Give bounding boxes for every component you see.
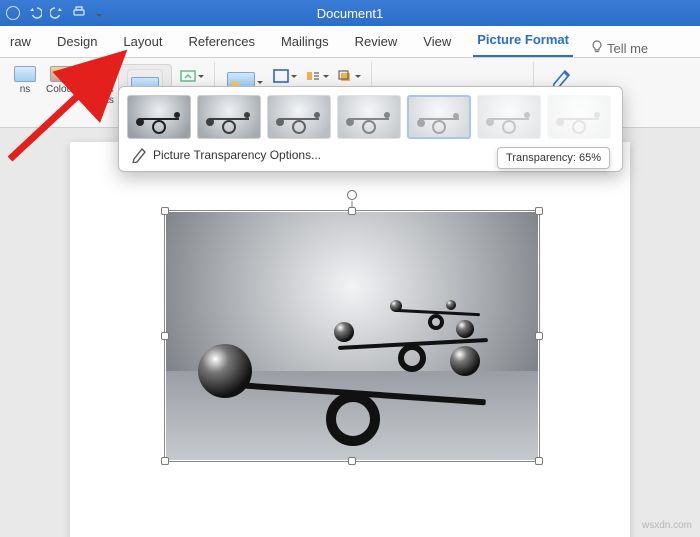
artistic-effects-button[interactable]: Artistic Effects [79, 64, 117, 108]
tell-me[interactable]: Tell me [591, 40, 648, 57]
transparency-presets [127, 95, 614, 139]
undo-icon[interactable] [28, 5, 42, 22]
transparency-options-label: Picture Transparency Options... [153, 148, 321, 162]
ribbon-tabs: raw Design Layout References Mailings Re… [0, 26, 700, 58]
tab-draw[interactable]: raw [6, 28, 35, 57]
transparency-preset-4[interactable] [407, 95, 471, 139]
resize-handle-l[interactable] [161, 332, 169, 340]
tab-view[interactable]: View [419, 28, 455, 57]
transparency-tooltip: Transparency: 65% [497, 147, 610, 169]
print-icon[interactable] [72, 6, 86, 21]
selected-image[interactable] [166, 212, 538, 460]
document-title: Document1 [317, 6, 383, 21]
transparency-preset-6[interactable] [547, 95, 611, 139]
bring-forward-button[interactable] [336, 65, 362, 87]
tell-me-label: Tell me [607, 41, 648, 56]
colour-icon [50, 66, 72, 82]
tab-layout[interactable]: Layout [119, 28, 166, 57]
tab-design[interactable]: Design [53, 28, 101, 57]
resize-handle-bl[interactable] [161, 457, 169, 465]
lightbulb-icon [591, 40, 603, 57]
resize-handle-tr[interactable] [535, 207, 543, 215]
resize-handle-t[interactable] [348, 207, 356, 215]
colour-button[interactable]: Colour [42, 64, 79, 97]
redo-icon[interactable] [50, 5, 64, 22]
transparency-preset-3[interactable] [337, 95, 401, 139]
resize-handle-tl[interactable] [161, 207, 169, 215]
tab-references[interactable]: References [184, 28, 258, 57]
tab-mailings[interactable]: Mailings [277, 28, 333, 57]
transparency-preset-1[interactable] [197, 95, 261, 139]
workspace [0, 128, 700, 537]
tab-picture-format[interactable]: Picture Format [473, 26, 573, 57]
transparency-preset-2[interactable] [267, 95, 331, 139]
selection-outline [164, 210, 540, 462]
transparency-options-icon [131, 147, 147, 163]
artistic-effects-icon [88, 66, 110, 82]
transparency-preset-5[interactable] [477, 95, 541, 139]
transparency-dropdown: Picture Transparency Options... Transpar… [118, 86, 623, 172]
corrections-button[interactable]: ns [8, 64, 42, 97]
resize-handle-b[interactable] [348, 457, 356, 465]
document-page[interactable] [70, 142, 630, 537]
picture-border-button[interactable] [272, 65, 298, 87]
tab-review[interactable]: Review [351, 28, 402, 57]
rotate-handle[interactable] [347, 190, 357, 200]
quick-access-toolbar [6, 5, 102, 22]
wrap-text-button[interactable] [304, 65, 330, 87]
transparency-preset-0[interactable] [127, 95, 191, 139]
compress-pictures-icon[interactable] [179, 65, 205, 87]
qat-dropdown-icon[interactable] [94, 6, 102, 21]
resize-handle-br[interactable] [535, 457, 543, 465]
autosave-icon[interactable] [6, 6, 20, 20]
watermark: wsxdn.com [642, 520, 692, 531]
corrections-icon [14, 66, 36, 82]
titlebar: Document1 [0, 0, 700, 26]
resize-handle-r[interactable] [535, 332, 543, 340]
